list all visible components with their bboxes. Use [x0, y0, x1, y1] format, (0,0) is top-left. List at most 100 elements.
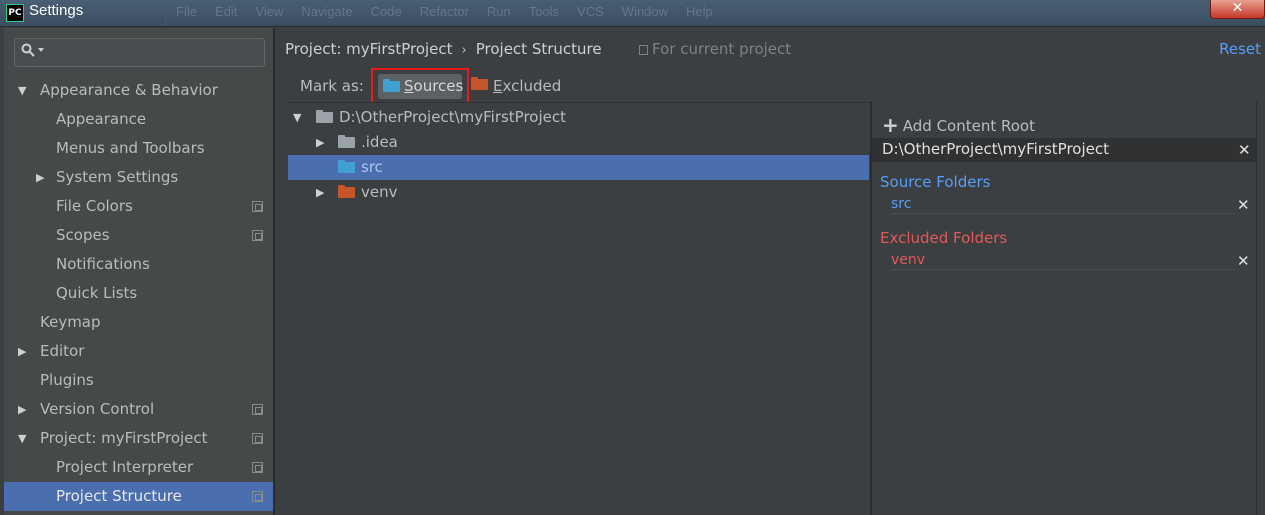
collapsed-arrow-icon[interactable]: ▶ — [316, 130, 324, 155]
project-level-icon — [252, 201, 263, 212]
breadcrumb-item: Project Structure — [475, 40, 602, 58]
remove-content-root-icon[interactable]: ✕ — [1238, 143, 1251, 158]
menu-item: Navigate — [301, 4, 353, 19]
tree-row-root[interactable]: ▼ D:\OtherProject\myFirstProject — [288, 105, 869, 130]
settings-sidebar: ▼ Appearance & Behavior Appearance Menus… — [4, 28, 273, 515]
collapsed-arrow-icon[interactable]: ▶ — [18, 395, 26, 424]
menu-item: File — [176, 4, 197, 19]
sidebar-item-label: Appearance — [56, 110, 147, 128]
menu-item: View — [255, 4, 284, 19]
sidebar-item-label: Project Structure — [56, 487, 182, 505]
sidebar-item-label: Editor — [40, 342, 85, 360]
remove-source-folder-icon[interactable]: ✕ — [1237, 198, 1250, 213]
search-input[interactable] — [14, 38, 265, 67]
sidebar-item-label: Project Interpreter — [56, 458, 194, 476]
sidebar-item-appearance-behavior[interactable]: ▼ Appearance & Behavior — [4, 76, 273, 105]
sidebar-item-file-colors[interactable]: File Colors — [4, 192, 273, 221]
tree-row-src[interactable]: src — [288, 155, 869, 180]
menu-item: Edit — [214, 4, 238, 19]
sidebar-item-notifications[interactable]: Notifications — [4, 250, 273, 279]
menu-item: Help — [686, 4, 713, 19]
menu-item: Window — [621, 4, 669, 19]
sidebar-item-label: Notifications — [56, 255, 150, 273]
excluded-folders-title: Excluded Folders — [880, 229, 1008, 247]
content-root-path: D:\OtherProject\myFirstProject — [882, 140, 1109, 158]
sidebar-item-scopes[interactable]: Scopes — [4, 221, 273, 250]
breadcrumb-separator-icon: › — [461, 43, 467, 58]
project-level-icon — [252, 404, 263, 415]
sidebar-item-label: System Settings — [56, 168, 179, 186]
tree-row-idea[interactable]: ▶ .idea — [288, 130, 869, 155]
remove-excluded-folder-icon[interactable]: ✕ — [1237, 254, 1250, 269]
reset-link[interactable]: Reset — [1219, 40, 1261, 58]
sources-highlight-box: Sources — [371, 68, 469, 104]
tree-row-label: D:\OtherProject\myFirstProject — [339, 108, 566, 126]
file-tree[interactable]: ▼ D:\OtherProject\myFirstProject ▶ .idea… — [287, 102, 870, 515]
plus-icon: + — [882, 113, 899, 137]
source-folder-entry[interactable]: src — [891, 196, 1236, 214]
pycharm-logo-icon: PC — [6, 4, 24, 22]
menu-item: Tools — [528, 4, 560, 19]
project-level-icon — [252, 433, 263, 444]
sidebar-item-label: Menus and Toolbars — [56, 139, 205, 157]
sidebar-item-label: Quick Lists — [56, 284, 138, 302]
sidebar-item-keymap[interactable]: Keymap — [4, 308, 273, 337]
source-folder-icon — [383, 79, 400, 92]
content-root-panel: + Add Content Root D:\OtherProject\myFirs… — [872, 102, 1257, 515]
sidebar-item-menus-toolbars[interactable]: Menus and Toolbars — [4, 134, 273, 163]
sidebar-item-appearance[interactable]: Appearance — [4, 105, 273, 134]
chevron-down-icon[interactable] — [38, 48, 44, 52]
sidebar-item-project[interactable]: ▼ Project: myFirstProject — [4, 424, 273, 453]
sidebar-item-quick-lists[interactable]: Quick Lists — [4, 279, 273, 308]
sidebar-item-label: Plugins — [40, 371, 94, 389]
source-folder-label: src — [891, 196, 912, 212]
title-bar: PC Settings File Edit View Navigate Code… — [0, 0, 1265, 27]
folder-icon — [316, 110, 333, 123]
main-panel: Project: myFirstProject › Project Structur… — [275, 28, 1265, 515]
sidebar-item-label: Scopes — [56, 226, 110, 244]
tree-row-venv[interactable]: ▶ venv — [288, 180, 869, 205]
excluded-folder-icon — [338, 185, 355, 198]
content-root-header: D:\OtherProject\myFirstProject ✕ — [872, 138, 1257, 162]
menu-item: Run — [486, 4, 511, 19]
breadcrumb: Project: myFirstProject › Project Structur… — [285, 40, 602, 58]
add-content-root-button[interactable]: + Add Content Root — [882, 112, 1035, 137]
sidebar-item-project-structure[interactable]: Project Structure — [4, 482, 273, 511]
close-window-button[interactable]: ✕ — [1210, 0, 1265, 19]
folder-icon — [338, 135, 355, 148]
sidebar-item-label: Keymap — [40, 313, 101, 331]
expanded-arrow-icon[interactable]: ▼ — [18, 424, 26, 453]
expanded-arrow-icon[interactable]: ▼ — [18, 76, 26, 105]
source-folder-icon — [338, 160, 355, 173]
tree-row-label: .idea — [361, 133, 398, 151]
collapsed-arrow-icon[interactable]: ▶ — [18, 337, 26, 366]
sidebar-item-editor[interactable]: ▶ Editor — [4, 337, 273, 366]
mark-sources-button[interactable]: Sources — [378, 74, 464, 99]
search-icon — [21, 43, 35, 57]
project-level-icon — [252, 230, 263, 241]
window-title: Settings — [29, 2, 84, 19]
sidebar-item-label: Appearance & Behavior — [40, 81, 218, 99]
add-content-root-label: Add Content Root — [902, 117, 1035, 135]
mark-excluded-label: Excluded — [493, 77, 562, 95]
background-menu-bar: File Edit View Navigate Code Refactor Ru… — [165, 4, 1205, 26]
collapsed-arrow-icon[interactable]: ▶ — [36, 163, 44, 192]
mark-sources-label: Sources — [404, 77, 464, 95]
menu-item: Refactor — [419, 4, 469, 19]
sidebar-item-project-interpreter[interactable]: Project Interpreter — [4, 453, 273, 482]
scope-note-text: For current project — [652, 40, 792, 58]
excluded-folder-entry[interactable]: venv — [891, 252, 1236, 270]
sidebar-item-version-control[interactable]: ▶ Version Control — [4, 395, 273, 424]
project-level-icon — [252, 462, 263, 473]
scope-note: For current project — [639, 40, 791, 58]
project-level-icon — [252, 491, 263, 502]
sidebar-item-system-settings[interactable]: ▶ System Settings — [4, 163, 273, 192]
tree-row-label: src — [361, 158, 383, 176]
breadcrumb-item: Project: myFirstProject — [285, 40, 453, 58]
source-folders-title: Source Folders — [880, 173, 991, 191]
menu-item: VCS — [577, 4, 604, 19]
expanded-arrow-icon[interactable]: ▼ — [293, 105, 301, 130]
collapsed-arrow-icon[interactable]: ▶ — [316, 180, 324, 205]
sidebar-item-plugins[interactable]: Plugins — [4, 366, 273, 395]
sidebar-item-label: Version Control — [40, 400, 155, 418]
